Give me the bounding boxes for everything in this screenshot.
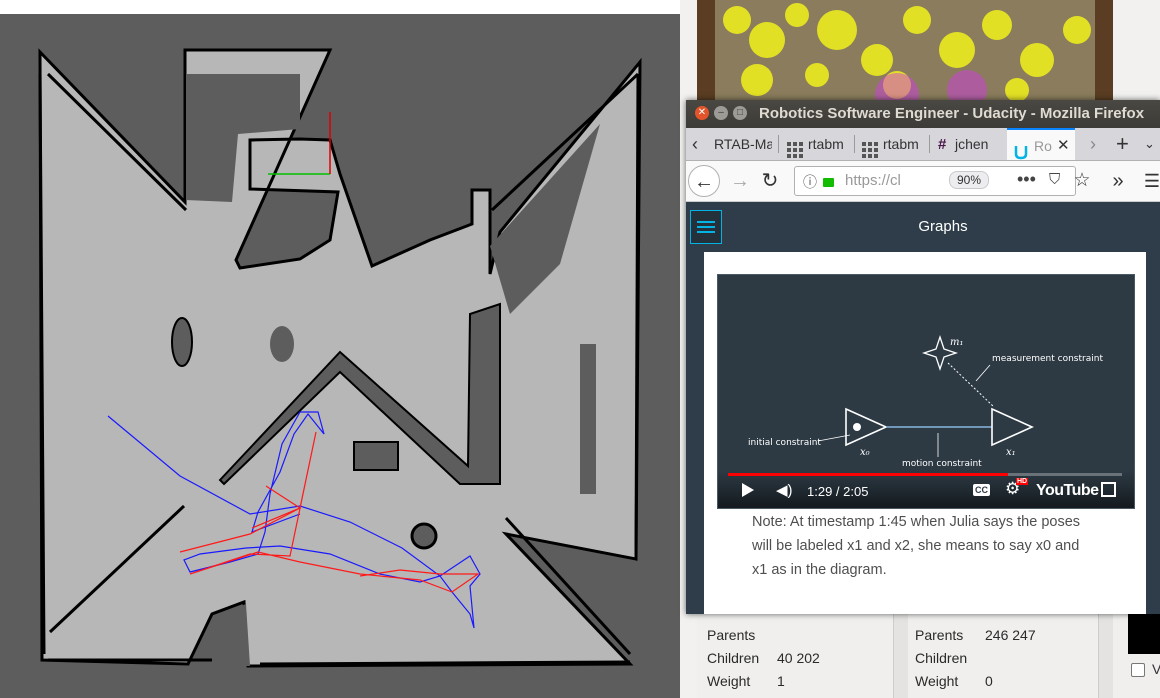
video-progress-fill — [728, 473, 1008, 476]
back-button[interactable]: ← — [688, 165, 720, 197]
captions-button[interactable]: CC — [973, 484, 990, 496]
pose-x0-triangle — [845, 407, 888, 447]
initial-constraint-label: initial constraint — [748, 438, 821, 448]
window-titlebar[interactable]: ✕ – □ Robotics Software Engineer - Udaci… — [686, 100, 1160, 128]
reload-button[interactable]: ↻ — [754, 165, 786, 197]
udacity-icon — [1013, 139, 1029, 160]
tab-label: jchen — [955, 136, 989, 152]
image-view-strip — [1128, 614, 1160, 654]
3d-cloud-view[interactable] — [697, 0, 1113, 108]
youtube-logo[interactable]: YouTube — [1036, 482, 1099, 500]
list-all-tabs-icon[interactable]: ⌄ — [1144, 128, 1158, 160]
tab-rtabmap-3[interactable]: rtabm — [862, 128, 924, 160]
info-icon[interactable]: ⓘ — [803, 172, 817, 192]
page-actions-icon[interactable]: ••• — [1017, 169, 1036, 190]
lesson-note: Note: At timestamp 1:45 when Julia says … — [752, 510, 1112, 582]
video-progress-bar[interactable] — [728, 473, 1122, 476]
grid-icon — [862, 137, 878, 159]
page-margin-right — [1146, 252, 1160, 614]
tab-scroll-right-button[interactable]: › — [1090, 128, 1104, 160]
window-title: Robotics Software Engineer - Udacity - M… — [759, 105, 1145, 122]
measurement-constraint-label: measurement constraint — [992, 354, 1103, 364]
slack-hash-icon: # — [938, 136, 947, 154]
scrollbar-left[interactable] — [893, 614, 908, 698]
parents-label: Parents — [707, 627, 756, 643]
url-bar[interactable]: ⓘ https://cl 90% ••• ⛉ — [794, 166, 1076, 196]
zoom-level-button[interactable]: 90% — [949, 171, 990, 189]
pose-x1-triangle — [991, 407, 1034, 447]
children-label: Children — [707, 650, 760, 666]
node-info-panel: Parents Children 40 202 Weight 1 Parents 24… — [697, 614, 1160, 698]
weight-value: 0 — [985, 673, 993, 689]
map-wall-bottom-right — [259, 660, 631, 666]
overflow-chevron-icon[interactable]: » — [1102, 165, 1134, 197]
grid-icon — [787, 137, 803, 159]
lock-icon — [823, 178, 834, 187]
note-line: x1 as in the diagram. — [752, 562, 887, 578]
map-obstacle-1 — [171, 317, 193, 367]
landmark-label: m₁ — [950, 337, 964, 348]
x0-label: x₀ — [860, 447, 870, 458]
tab-udacity-active[interactable]: Ro ✕ — [1007, 128, 1075, 160]
page-margin-left — [686, 252, 704, 614]
video-controls: ◀) 1:29 / 2:05 CC ⚙ HD YouTube — [718, 470, 1134, 508]
scrollbar-right[interactable] — [1098, 614, 1113, 698]
note-line: will be labeled x1 and x2, she means to … — [752, 538, 1080, 554]
weight-value: 1 — [777, 673, 785, 689]
tab-label: rtabm — [883, 136, 919, 152]
url-text[interactable]: https://cl — [845, 172, 915, 189]
map-wall-right — [634, 73, 640, 555]
x1-label: x₁ — [1006, 447, 1016, 458]
new-tab-button[interactable]: + — [1116, 128, 1136, 160]
view-checkbox[interactable] — [1131, 663, 1145, 677]
hamburger-menu-icon[interactable]: ☰ — [1136, 165, 1160, 197]
page-title: Graphs — [918, 218, 968, 235]
tab-label: rtabm — [808, 136, 844, 152]
classroom-header: Graphs — [686, 202, 1160, 252]
tab-rtabmap-1[interactable]: RTAB-Ma — [714, 128, 772, 160]
tab-label: RTAB-Ma — [714, 136, 772, 152]
maximize-window-button[interactable]: □ — [733, 106, 747, 120]
close-tab-icon[interactable]: ✕ — [1057, 130, 1070, 160]
video-time: 1:29 / 2:05 — [807, 484, 869, 499]
tab-strip: ‹ RTAB-Ma rtabm rtabm # jchen Ro ✕ › + ⌄ — [686, 128, 1160, 161]
play-icon[interactable] — [742, 483, 754, 497]
parents-value: 246 247 — [985, 627, 1036, 643]
volume-icon[interactable]: ◀) — [776, 481, 793, 499]
minimize-window-button[interactable]: – — [714, 106, 728, 120]
firefox-window[interactable]: ✕ – □ Robotics Software Engineer - Udaci… — [686, 100, 1160, 614]
hd-badge: HD — [1016, 478, 1029, 485]
close-window-button[interactable]: ✕ — [695, 106, 709, 120]
note-line: Note: At timestamp 1:45 when Julia says … — [752, 514, 1081, 530]
map-obstacle-3 — [410, 522, 438, 550]
map-obstacle-2 — [270, 326, 294, 362]
occupancy-map-view[interactable] — [0, 0, 680, 698]
node-info-right: Parents 246 247 Children Weight 0 — [915, 624, 1036, 693]
checkbox-label: V — [1152, 661, 1160, 677]
parents-label: Parents — [915, 627, 964, 643]
node-info-left: Parents Children 40 202 Weight 1 — [707, 624, 820, 693]
weight-label: Weight — [707, 673, 751, 689]
tab-scroll-left-button[interactable]: ‹ — [692, 128, 710, 160]
fullscreen-icon[interactable] — [1101, 482, 1116, 497]
map-obstacle-5 — [580, 344, 596, 494]
occupancy-grid-map[interactable] — [0, 14, 680, 698]
navigation-toolbar: ← → ↻ ⓘ https://cl 90% ••• ⛉ ☆ » ☰ — [686, 161, 1160, 202]
motion-constraint-label: motion constraint — [902, 459, 982, 469]
children-value: 40 202 — [777, 650, 820, 666]
children-label: Children — [915, 650, 968, 666]
forward-button[interactable]: → — [724, 165, 756, 197]
tab-label: Ro — [1034, 138, 1052, 154]
map-obstacle-4 — [353, 441, 399, 471]
lesson-body: m₁ measurement constraint initial constr… — [704, 252, 1146, 614]
bookmark-star-icon[interactable]: ☆ — [1066, 165, 1098, 197]
feature-points-visualization — [697, 0, 1113, 108]
page-content: Graphs m₁ measurement constraint initial… — [686, 202, 1160, 614]
pocket-icon[interactable]: ⛉ — [1049, 171, 1060, 188]
tab-slack-jchen[interactable]: # jchen — [938, 128, 998, 160]
tab-rtabmap-2[interactable]: rtabm — [787, 128, 849, 160]
weight-label: Weight — [915, 673, 959, 689]
youtube-video-player[interactable]: m₁ measurement constraint initial constr… — [717, 274, 1135, 509]
